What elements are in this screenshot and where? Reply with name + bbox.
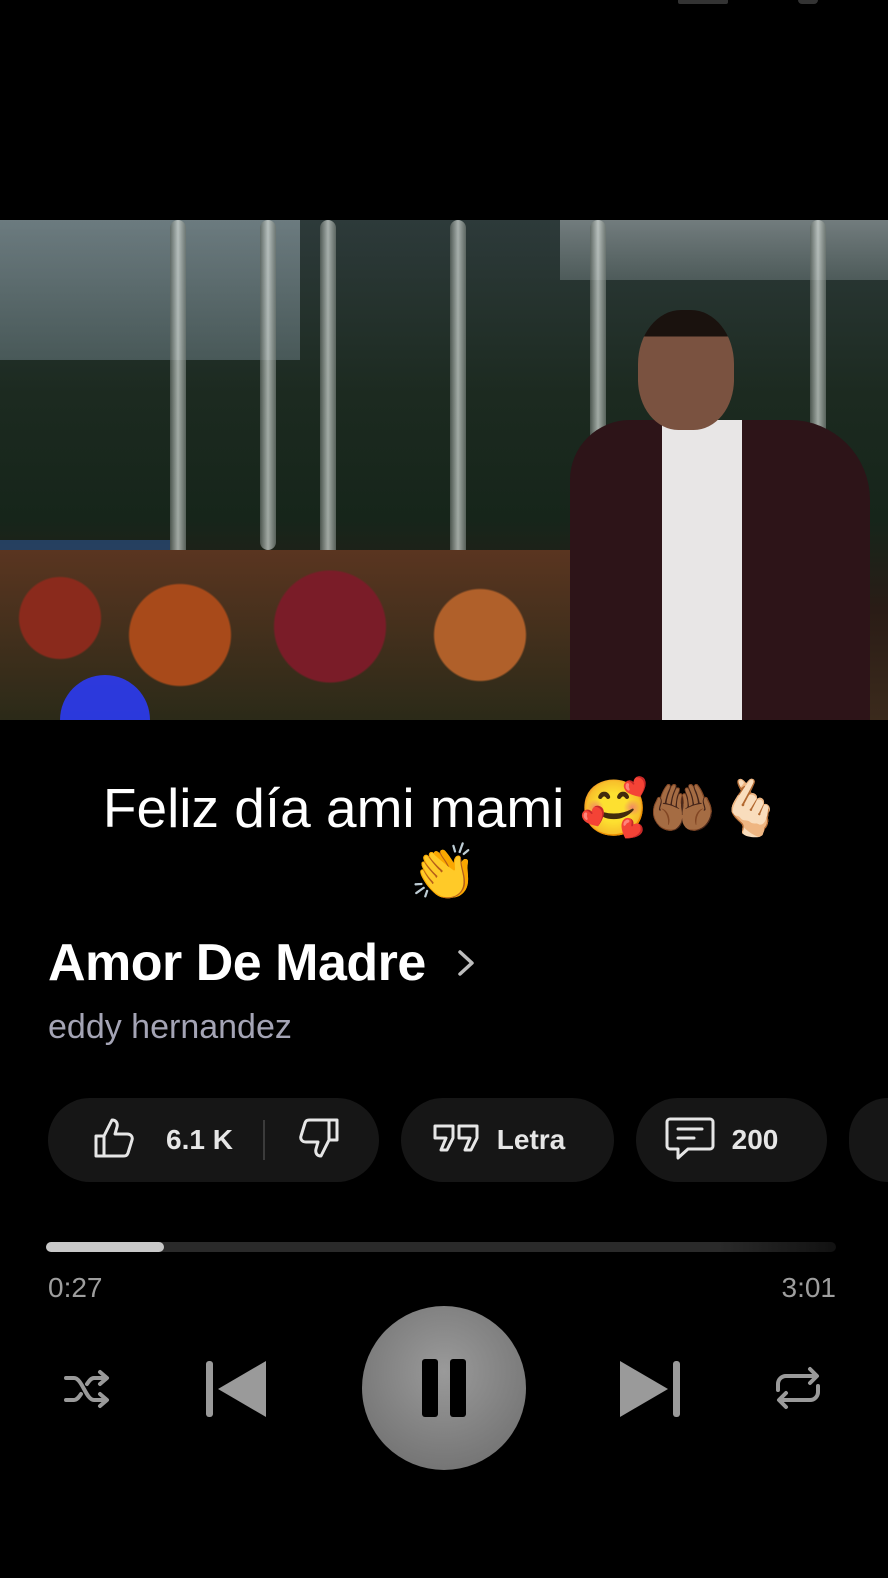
comment-icon <box>664 1113 716 1168</box>
caption-line-2: 👏 <box>409 841 479 903</box>
skip-previous-icon[interactable] <box>202 1358 272 1420</box>
caption-line-1: Feliz día ami mami 🥰🤲🏾🫰🏻 <box>102 777 786 839</box>
lyrics-button[interactable]: Letra <box>400 1098 614 1182</box>
video-caption: Feliz día ami mami 🥰🤲🏾🫰🏻 👏 <box>0 776 888 904</box>
playback-controls <box>0 1306 888 1470</box>
video-artwork[interactable] <box>0 220 888 720</box>
action-bar: 6.1 K Letra 200 <box>48 1098 888 1182</box>
video-person <box>570 300 870 720</box>
comment-count: 200 <box>731 1124 779 1155</box>
play-pause-button[interactable] <box>362 1306 526 1470</box>
skip-next-icon[interactable] <box>614 1358 684 1420</box>
signal-icon <box>678 0 728 4</box>
status-bar <box>0 0 888 10</box>
wifi-icon <box>798 0 818 4</box>
song-title[interactable]: Amor De Madre <box>48 933 426 993</box>
thumbs-up-icon[interactable] <box>90 1114 138 1167</box>
repeat-icon[interactable] <box>770 1360 826 1416</box>
like-count[interactable]: 6.1 K <box>166 1124 233 1156</box>
progress-fill <box>46 1242 164 1252</box>
more-actions-pill[interactable] <box>849 1098 888 1182</box>
comments-button[interactable]: 200 <box>635 1098 828 1182</box>
artist-name[interactable]: eddy hernandez <box>48 1008 292 1047</box>
chevron-right-icon[interactable] <box>450 948 480 978</box>
pause-icon <box>422 1359 466 1417</box>
total-time: 3:01 <box>781 1272 837 1303</box>
like-dislike-pill: 6.1 K <box>48 1098 379 1182</box>
thumbs-down-icon[interactable] <box>295 1114 343 1167</box>
quote-icon <box>431 1120 483 1161</box>
divider <box>262 1120 265 1160</box>
shuffle-icon[interactable] <box>60 1362 114 1416</box>
lyrics-label: Letra <box>496 1124 566 1155</box>
progress-bar[interactable] <box>46 1242 836 1252</box>
song-title-row[interactable]: Amor De Madre <box>48 930 480 996</box>
current-time: 0:27 <box>48 1272 103 1303</box>
